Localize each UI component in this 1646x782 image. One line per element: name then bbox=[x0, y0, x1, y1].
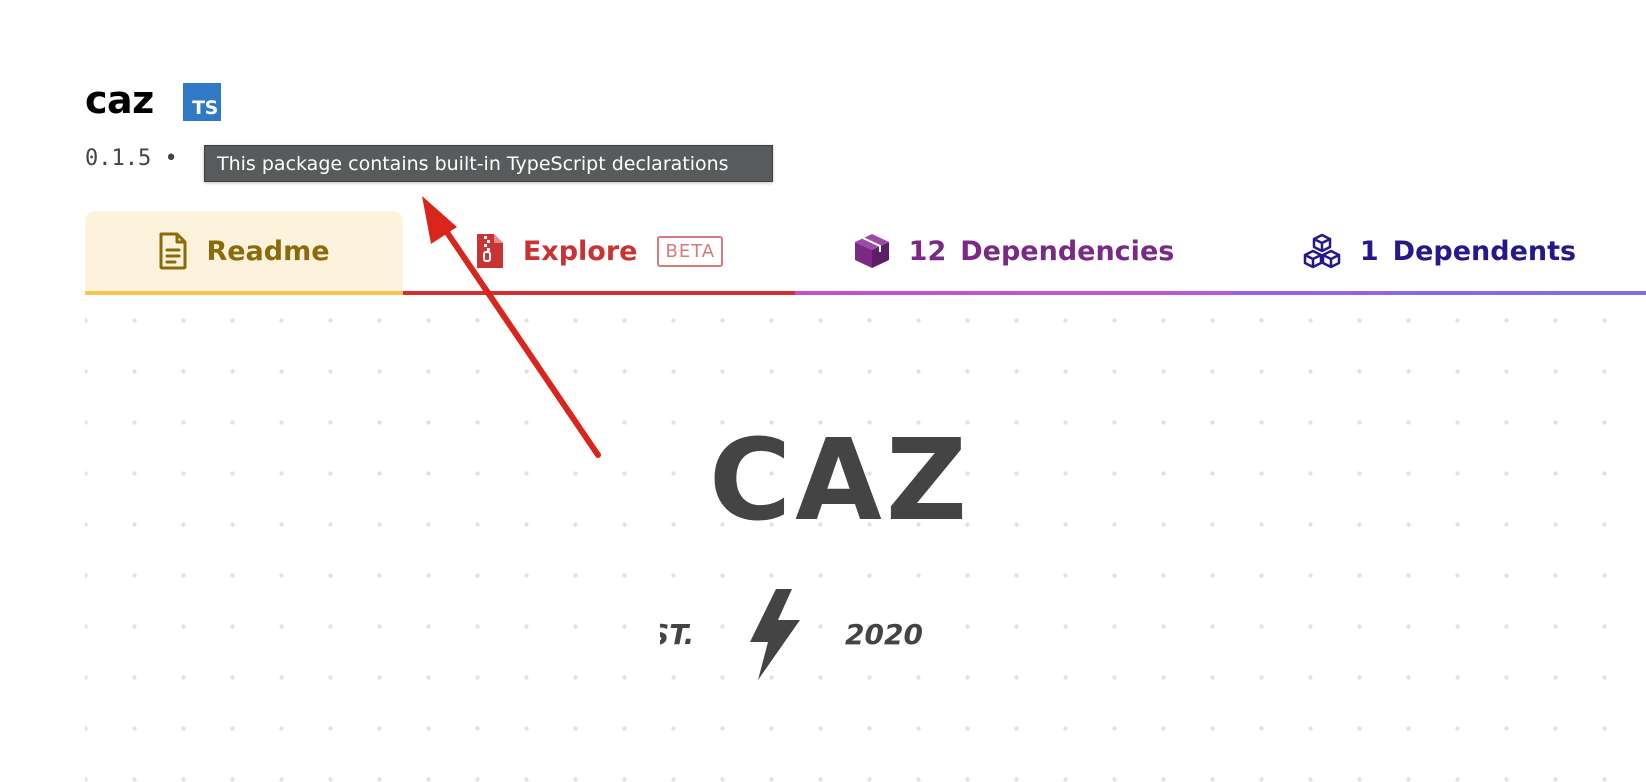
tab-dependencies-underline bbox=[795, 291, 1232, 295]
readme-content: CAZ EST. 2020 bbox=[85, 304, 1646, 782]
typescript-badge[interactable]: TS bbox=[182, 83, 221, 121]
logo-title: CAZ bbox=[709, 424, 971, 546]
caz-logo: CAZ EST. 2020 bbox=[660, 424, 971, 680]
tab-dependents-label: Dependents bbox=[1392, 235, 1577, 267]
tab-dependents-underline bbox=[1232, 291, 1646, 295]
dependents-count: 1 bbox=[1359, 235, 1379, 267]
package-header: caz TS bbox=[85, 72, 221, 128]
lightning-bolt-icon bbox=[750, 589, 800, 680]
package-title-row: caz TS bbox=[85, 72, 221, 128]
tab-dependencies[interactable]: 12 Dependencies bbox=[795, 211, 1232, 291]
typescript-badge-label: TS bbox=[192, 97, 218, 119]
beta-badge: BETA bbox=[657, 235, 724, 267]
package-version: 0.1.5 • bbox=[85, 146, 178, 171]
tab-dependents[interactable]: 1 Dependents bbox=[1232, 211, 1646, 291]
zip-file-icon bbox=[475, 232, 505, 270]
tab-readme-underline bbox=[85, 291, 403, 295]
package-tabs: Readme Explore BETA 12 Dependencies 1 De… bbox=[85, 211, 1646, 295]
tab-explore-underline bbox=[403, 291, 795, 295]
tab-dependencies-label: Dependencies bbox=[960, 235, 1175, 267]
tab-readme-label: Readme bbox=[206, 235, 330, 267]
logo-est-label: EST. bbox=[660, 618, 694, 651]
typescript-tooltip: This package contains built-in TypeScrip… bbox=[204, 145, 773, 182]
tab-explore-label: Explore bbox=[522, 235, 638, 267]
tab-readme[interactable]: Readme bbox=[85, 211, 403, 291]
document-icon bbox=[158, 232, 188, 270]
package-name: caz bbox=[85, 78, 154, 122]
box-icon bbox=[853, 232, 891, 270]
logo-year: 2020 bbox=[845, 618, 923, 651]
dependencies-count: 12 bbox=[908, 235, 947, 267]
tab-explore[interactable]: Explore BETA bbox=[403, 211, 795, 291]
boxes-icon bbox=[1302, 233, 1342, 269]
